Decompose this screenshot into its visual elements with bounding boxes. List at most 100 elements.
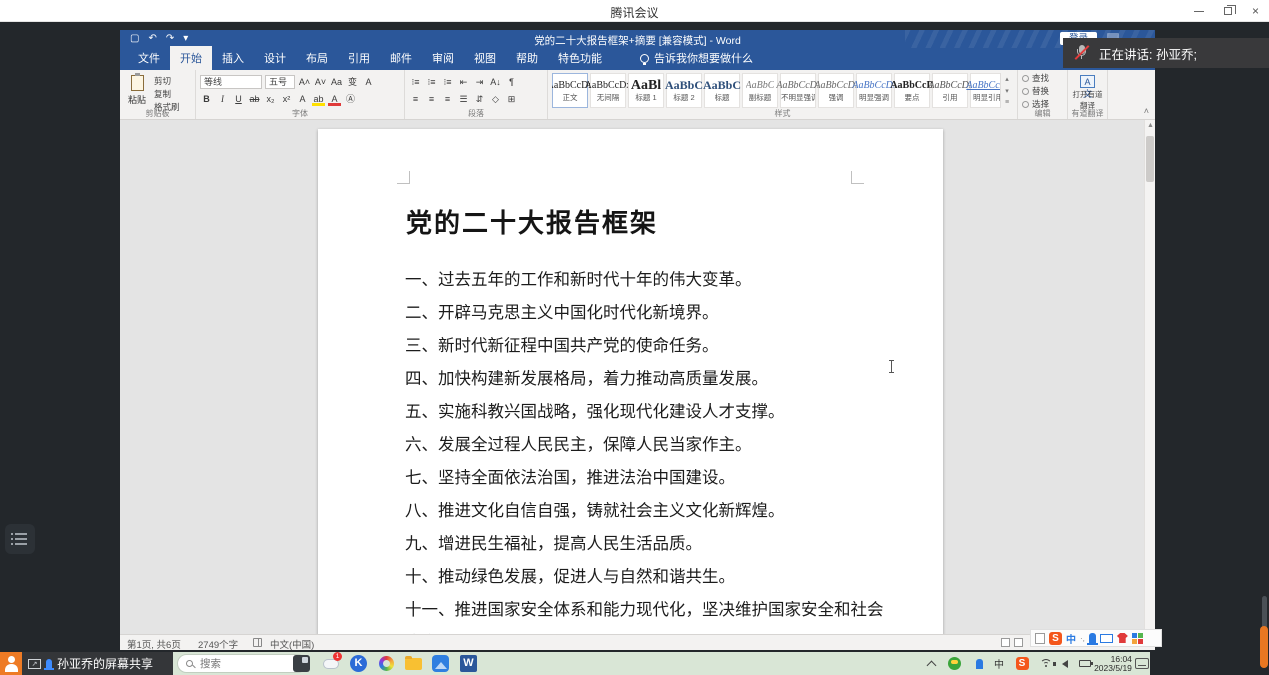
superscript-icon[interactable]: x² xyxy=(280,92,293,106)
redo-icon[interactable]: ↷ xyxy=(166,32,174,46)
style-gallery-more-icon[interactable]: ≡ xyxy=(1005,99,1009,106)
grow-font-icon[interactable]: A˄ xyxy=(298,75,311,89)
shading-icon[interactable]: ◇ xyxy=(489,92,502,106)
tab-special-features[interactable]: 特色功能 xyxy=(548,46,612,70)
text-effects-icon[interactable]: A xyxy=(296,92,309,106)
tab-review[interactable]: 审阅 xyxy=(422,46,464,70)
style-normal[interactable]: AaBbCcDx正文 xyxy=(552,73,588,108)
style-intense-emphasis[interactable]: AaBbCcDi明显强调 xyxy=(856,73,892,108)
sogou-logo-icon[interactable]: S xyxy=(1049,632,1062,645)
color-app-button[interactable] xyxy=(377,654,396,673)
ime-mode-icon[interactable]: 中 xyxy=(991,652,1007,675)
sogou-tray-icon[interactable]: S xyxy=(1014,652,1030,675)
bullets-icon[interactable]: ⁝≡ xyxy=(409,75,422,89)
find-button[interactable]: 查找 xyxy=(1022,72,1063,84)
tab-insert[interactable]: 插入 xyxy=(212,46,254,70)
volume-icon[interactable] xyxy=(1058,652,1072,675)
scroll-up-icon[interactable]: ▲ xyxy=(1147,122,1154,129)
close-icon[interactable]: × xyxy=(1252,0,1259,22)
style-title[interactable]: AaBbC标题 xyxy=(704,73,740,108)
font-size-combobox[interactable]: 五号 xyxy=(265,75,295,89)
print-layout-icon[interactable] xyxy=(1014,638,1023,647)
punctuation-mode-icon[interactable]: ·, xyxy=(1080,634,1085,643)
copy-button[interactable]: 复制 xyxy=(154,88,180,100)
meeting-agenda-float-button[interactable] xyxy=(5,524,35,554)
change-case-icon[interactable]: Aa xyxy=(330,75,343,89)
style-strong[interactable]: AaBbCcD要点 xyxy=(894,73,930,108)
document-scrollbar[interactable]: ▲ xyxy=(1144,120,1155,634)
restore-icon[interactable] xyxy=(1224,7,1232,15)
paste-button[interactable]: 粘贴 xyxy=(124,73,150,108)
proofing-icon[interactable] xyxy=(253,638,262,647)
style-subtle-emphasis[interactable]: AaBbCcDi不明显强调 xyxy=(780,73,816,108)
minimize-icon[interactable] xyxy=(1194,11,1204,12)
show-marks-icon[interactable]: ¶ xyxy=(505,75,518,89)
style-scroll-up-icon[interactable]: ▴ xyxy=(1005,75,1009,83)
photos-app-button[interactable] xyxy=(431,654,450,673)
tray-mic-icon[interactable] xyxy=(973,652,985,675)
strikethrough-icon[interactable]: ab xyxy=(248,92,261,106)
task-view-button[interactable] xyxy=(292,654,311,673)
numbering-icon[interactable]: ⁝≡ xyxy=(425,75,438,89)
font-name-combobox[interactable]: 等线 xyxy=(200,75,262,89)
style-heading2[interactable]: AaBbC标题 2 xyxy=(666,73,702,108)
tray-expand-chevron-icon[interactable] xyxy=(924,652,938,675)
tab-help[interactable]: 帮助 xyxy=(506,46,548,70)
style-intense-quote[interactable]: AaBbCcDi明显引用 xyxy=(970,73,1000,108)
word-app-button[interactable]: W xyxy=(459,654,478,673)
replace-button[interactable]: 替换 xyxy=(1022,85,1063,97)
style-quote[interactable]: AaBbCcDi引用 xyxy=(932,73,968,108)
save-icon[interactable]: ▢ xyxy=(130,32,139,46)
style-subtitle[interactable]: AaBbC副标题 xyxy=(742,73,778,108)
word-count[interactable]: 2749个字 xyxy=(198,637,238,651)
scrollbar-thumb[interactable] xyxy=(1146,136,1154,182)
touch-keyboard-icon[interactable] xyxy=(1134,652,1150,675)
borders-icon[interactable]: ⊞ xyxy=(505,92,518,106)
style-scroll-down-icon[interactable]: ▾ xyxy=(1005,87,1009,95)
increase-indent-icon[interactable]: ⇥ xyxy=(473,75,486,89)
security-tray-icon[interactable] xyxy=(946,652,962,675)
tab-design[interactable]: 设计 xyxy=(254,46,296,70)
qat-more-icon[interactable]: ▾ xyxy=(183,32,188,46)
sogou-doc-icon[interactable] xyxy=(1035,633,1045,644)
underline-icon[interactable]: U xyxy=(232,92,245,106)
kdocs-app-button[interactable]: K xyxy=(349,654,368,673)
character-border-icon[interactable]: A xyxy=(362,75,375,89)
tab-layout[interactable]: 布局 xyxy=(296,46,338,70)
undo-icon[interactable]: ↶ xyxy=(148,32,156,46)
decrease-indent-icon[interactable]: ⇤ xyxy=(457,75,470,89)
align-right-icon[interactable]: ≡ xyxy=(441,92,454,106)
document-page[interactable]: 党的二十大报告框架 一、过去五年的工作和新时代十年的伟大变革。 二、开辟马克思主… xyxy=(318,129,943,634)
style-heading1[interactable]: AaBl标题 1 xyxy=(628,73,664,108)
widgets-button[interactable]: 1 xyxy=(322,654,341,673)
sogou-toolbox-icon[interactable] xyxy=(1132,633,1143,644)
page-indicator[interactable]: 第1页, 共6页 xyxy=(127,637,181,651)
tab-view[interactable]: 视图 xyxy=(464,46,506,70)
meeting-indicator-icon[interactable] xyxy=(0,652,22,675)
tab-file[interactable]: 文件 xyxy=(128,46,170,70)
style-gallery-scroll[interactable]: ▴ ▾ ≡ xyxy=(1000,73,1013,108)
align-left-icon[interactable]: ≡ xyxy=(409,92,422,106)
clock[interactable]: 16:04 2023/5/19 xyxy=(1092,652,1134,675)
battery-icon[interactable] xyxy=(1077,652,1092,675)
align-center-icon[interactable]: ≡ xyxy=(425,92,438,106)
wifi-icon[interactable] xyxy=(1039,652,1054,675)
enclose-characters-icon[interactable]: Ⓐ xyxy=(344,92,357,106)
read-mode-icon[interactable] xyxy=(1001,638,1010,647)
tab-mailings[interactable]: 邮件 xyxy=(380,46,422,70)
style-emphasis[interactable]: AaBbCcDi强调 xyxy=(818,73,854,108)
input-mode-chinese[interactable]: 中 xyxy=(1066,631,1076,646)
bold-icon[interactable]: B xyxy=(200,92,213,106)
search-input[interactable] xyxy=(198,657,293,671)
screen-share-banner[interactable]: ↗ 孙亚乔的屏幕共享 xyxy=(22,652,173,675)
sogou-mic-icon[interactable] xyxy=(1089,633,1096,643)
collapse-ribbon-icon[interactable]: ˄ xyxy=(1144,106,1149,116)
skin-icon[interactable] xyxy=(1117,633,1128,643)
shrink-font-icon[interactable]: A˅ xyxy=(314,75,327,89)
phonetic-guide-icon[interactable]: 变 xyxy=(346,75,359,89)
soft-keyboard-icon[interactable] xyxy=(1100,634,1113,643)
side-scrollbar-thumb[interactable] xyxy=(1260,626,1268,668)
style-no-spacing[interactable]: AaBbCcDx无间隔 xyxy=(590,73,626,108)
subscript-icon[interactable]: x₂ xyxy=(264,92,277,106)
highlight-color-icon[interactable]: ab xyxy=(312,92,325,106)
